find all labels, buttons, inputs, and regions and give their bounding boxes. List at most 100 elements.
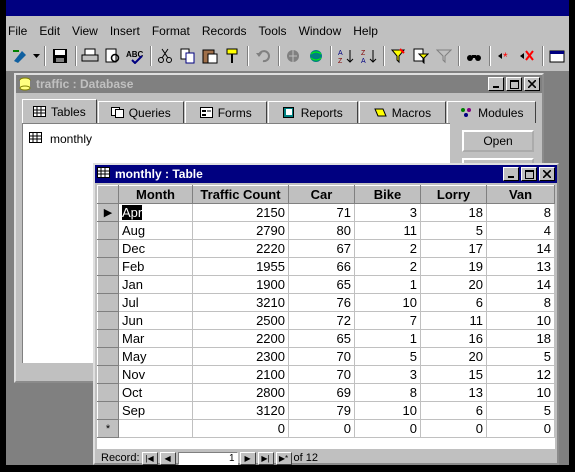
- cell-bike[interactable]: 5: [354, 347, 421, 366]
- cell-month[interactable]: Jul: [118, 293, 193, 312]
- table-row[interactable]: Dec 2220 67 2 17 14: [97, 239, 555, 258]
- copy-icon[interactable]: [177, 45, 198, 67]
- cell-month[interactable]: Dec: [118, 239, 193, 258]
- cell-van[interactable]: 4: [486, 221, 555, 240]
- cell-traffic-count[interactable]: 2790: [192, 221, 289, 240]
- cell-van[interactable]: 13: [486, 257, 555, 276]
- new-record-icon[interactable]: *: [494, 45, 515, 67]
- sort-ascending-icon[interactable]: AZ: [335, 45, 356, 67]
- cell-traffic-count[interactable]: 2150: [192, 203, 289, 222]
- row-selector[interactable]: [97, 293, 119, 312]
- cell-lorry[interactable]: 6: [420, 401, 487, 420]
- cell-car[interactable]: 66: [288, 257, 355, 276]
- cell-month[interactable]: Mar: [118, 329, 193, 348]
- cell-lorry[interactable]: 13: [420, 383, 487, 402]
- cell-bike[interactable]: 2: [354, 239, 421, 258]
- cell-month[interactable]: Jun: [118, 311, 193, 330]
- cell-traffic-count[interactable]: 3210: [192, 293, 289, 312]
- row-selector[interactable]: [97, 311, 119, 330]
- menu-window[interactable]: Window: [293, 22, 348, 40]
- current-record-field[interactable]: 1: [177, 451, 238, 465]
- cell-traffic-count[interactable]: 2500: [192, 311, 289, 330]
- table-row[interactable]: ▶ Apr 2150 71 3 18 8: [97, 203, 555, 222]
- cell-month[interactable]: Sep: [118, 401, 193, 420]
- cell-lorry[interactable]: 20: [420, 347, 487, 366]
- table-row[interactable]: Jan 1900 65 1 20 14: [97, 275, 555, 294]
- cell-van[interactable]: 8: [486, 203, 555, 222]
- cell-traffic-count[interactable]: 1900: [192, 275, 289, 294]
- cut-icon[interactable]: [155, 45, 176, 67]
- select-all-corner[interactable]: [97, 185, 119, 204]
- cell-month[interactable]: Oct: [118, 383, 193, 402]
- cell-van[interactable]: 10: [486, 311, 555, 330]
- row-selector[interactable]: [97, 383, 119, 402]
- table-row[interactable]: Jun 2500 72 7 11 10: [97, 311, 555, 330]
- cell-car[interactable]: 79: [288, 401, 355, 420]
- web-toolbar-icon[interactable]: [305, 45, 326, 67]
- cell-lorry[interactable]: 19: [420, 257, 487, 276]
- row-selector[interactable]: *: [97, 419, 119, 438]
- menu-tools[interactable]: Tools: [253, 22, 293, 40]
- table-row[interactable]: Aug 2790 80 11 5 4: [97, 221, 555, 240]
- previous-record-icon[interactable]: ◀: [159, 451, 176, 465]
- table-window-titlebar[interactable]: monthly : Table: [95, 165, 557, 183]
- table-row[interactable]: * 0 0 0 0 0: [97, 419, 555, 438]
- row-selector[interactable]: [97, 221, 119, 240]
- cell-traffic-count[interactable]: 1955: [192, 257, 289, 276]
- cell-van[interactable]: 10: [486, 383, 555, 402]
- cell-traffic-count[interactable]: 2200: [192, 329, 289, 348]
- cell-lorry[interactable]: 17: [420, 239, 487, 258]
- paste-icon[interactable]: [200, 45, 221, 67]
- menu-help[interactable]: Help: [347, 22, 384, 40]
- cell-car[interactable]: 76: [288, 293, 355, 312]
- design-view-icon[interactable]: [10, 45, 31, 67]
- cell-lorry[interactable]: 5: [420, 221, 487, 240]
- cell-lorry[interactable]: 16: [420, 329, 487, 348]
- cell-month[interactable]: May: [118, 347, 193, 366]
- cell-car[interactable]: 0: [288, 419, 355, 438]
- cell-car[interactable]: 65: [288, 275, 355, 294]
- cell-traffic-count[interactable]: 2300: [192, 347, 289, 366]
- cell-bike[interactable]: 0: [354, 419, 421, 438]
- cell-bike[interactable]: 11: [354, 221, 421, 240]
- table-row[interactable]: May 2300 70 5 20 5: [97, 347, 555, 366]
- menu-edit[interactable]: Edit: [33, 22, 66, 40]
- cell-traffic-count[interactable]: 2220: [192, 239, 289, 258]
- cell-car[interactable]: 69: [288, 383, 355, 402]
- cell-bike[interactable]: 1: [354, 329, 421, 348]
- cell-month[interactable]: Nov: [118, 365, 193, 384]
- cell-bike[interactable]: 7: [354, 311, 421, 330]
- row-selector[interactable]: [97, 401, 119, 420]
- row-selector[interactable]: [97, 365, 119, 384]
- cell-car[interactable]: 72: [288, 311, 355, 330]
- cell-traffic-count[interactable]: 3120: [192, 401, 289, 420]
- sort-descending-icon[interactable]: ZA: [358, 45, 379, 67]
- menu-file[interactable]: File: [6, 22, 33, 40]
- database-window-titlebar[interactable]: traffic : Database: [16, 75, 542, 93]
- row-selector[interactable]: [97, 239, 119, 258]
- cell-car[interactable]: 70: [288, 365, 355, 384]
- cell-van[interactable]: 12: [486, 365, 555, 384]
- cell-month[interactable]: [118, 419, 193, 438]
- column-header-bike[interactable]: Bike: [354, 185, 421, 204]
- cell-bike[interactable]: 3: [354, 365, 421, 384]
- cell-van[interactable]: 0: [486, 419, 555, 438]
- close-button[interactable]: [539, 167, 555, 181]
- menu-format[interactable]: Format: [146, 22, 196, 40]
- new-record-nav-icon[interactable]: ▶*: [275, 451, 292, 465]
- filter-by-form-icon[interactable]: [411, 45, 432, 67]
- close-button[interactable]: [524, 77, 540, 91]
- dropdown-arrow-icon[interactable]: [32, 45, 40, 67]
- tab-modules[interactable]: Modules: [447, 101, 537, 123]
- apply-filter-icon[interactable]: [433, 45, 454, 67]
- row-selector[interactable]: [97, 257, 119, 276]
- cell-car[interactable]: 71: [288, 203, 355, 222]
- column-header-van[interactable]: Van: [486, 185, 555, 204]
- minimize-button[interactable]: [488, 77, 504, 91]
- table-row[interactable]: Nov 2100 70 3 15 12: [97, 365, 555, 384]
- cell-bike[interactable]: 1: [354, 275, 421, 294]
- table-row[interactable]: Feb 1955 66 2 19 13: [97, 257, 555, 276]
- cell-van[interactable]: 18: [486, 329, 555, 348]
- row-selector[interactable]: [97, 347, 119, 366]
- cell-month[interactable]: Apr: [118, 203, 193, 222]
